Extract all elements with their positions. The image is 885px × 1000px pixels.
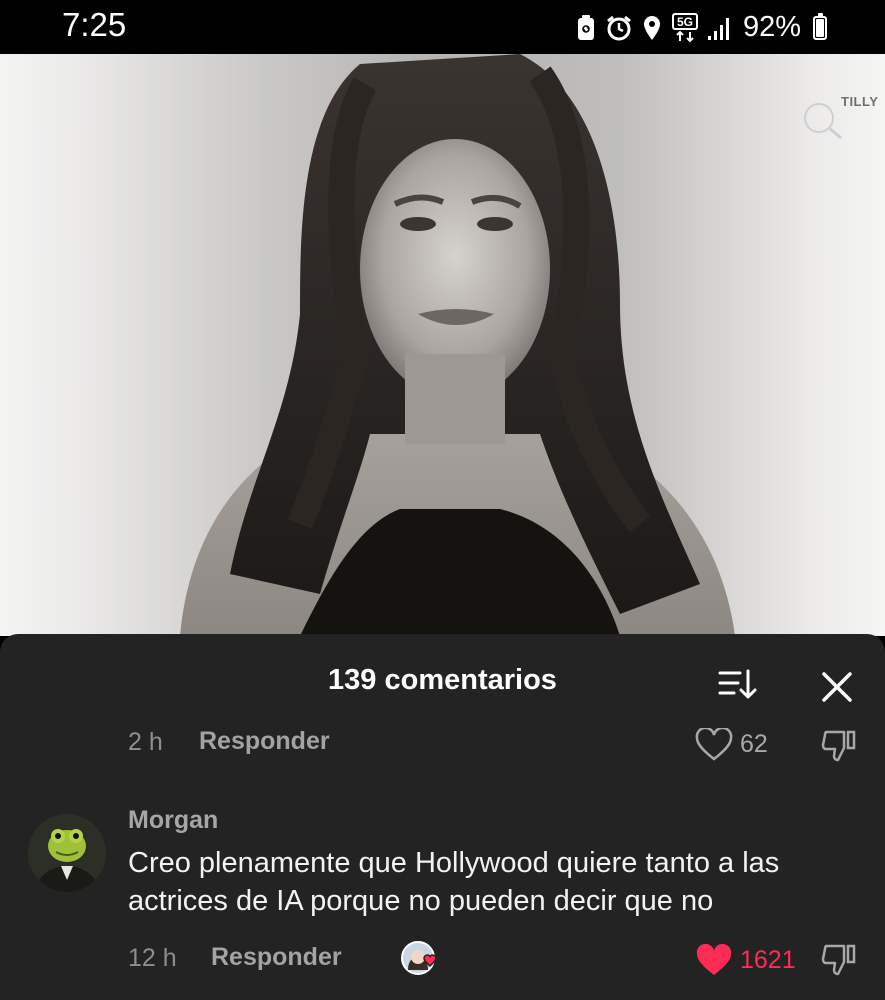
sort-icon[interactable] — [718, 668, 758, 702]
comment-like-count: 1621 — [740, 946, 796, 974]
watermark-logo: TILLY — [795, 90, 885, 142]
video-portrait-image — [180, 54, 735, 636]
comment-time: 12 h — [128, 944, 177, 972]
battery-saver-icon — [575, 14, 597, 42]
signal-icon — [707, 14, 733, 42]
comment-reply-button[interactable]: Responder — [211, 943, 342, 972]
status-icons: 5G 92% — [575, 11, 827, 44]
search-glass-icon — [804, 103, 842, 140]
battery-icon — [813, 12, 827, 40]
status-time: 7:25 — [62, 6, 127, 43]
heart-filled-icon[interactable] — [695, 944, 733, 978]
battery-percent: 92% — [742, 11, 801, 43]
comment-text: Creo plenamente que Hollywood quiere tan… — [128, 847, 780, 917]
heart-outline-icon[interactable] — [695, 728, 733, 762]
video-player[interactable]: TILLY — [0, 54, 885, 636]
watermark-text: TILLY — [841, 94, 879, 109]
creator-liked-avatar-icon — [401, 941, 437, 975]
status-bar: 7:25 5G 92% — [0, 0, 885, 54]
comments-panel: 139 comentarios 2 h Responder 62 Morgan … — [0, 634, 885, 1000]
previous-comment-time: 2 h — [128, 728, 163, 756]
svg-text:5G: 5G — [677, 15, 693, 29]
location-icon — [641, 14, 663, 42]
comment-author[interactable]: Morgan — [128, 806, 218, 835]
dislike-icon[interactable] — [820, 942, 858, 978]
close-icon[interactable] — [820, 670, 854, 704]
5g-data-icon: 5G — [671, 12, 699, 43]
previous-comment-reply-button[interactable]: Responder — [199, 727, 330, 756]
previous-comment-like-count: 62 — [740, 730, 768, 758]
alarm-icon — [605, 14, 633, 42]
avatar[interactable] — [28, 814, 106, 892]
dislike-icon[interactable] — [820, 728, 858, 764]
